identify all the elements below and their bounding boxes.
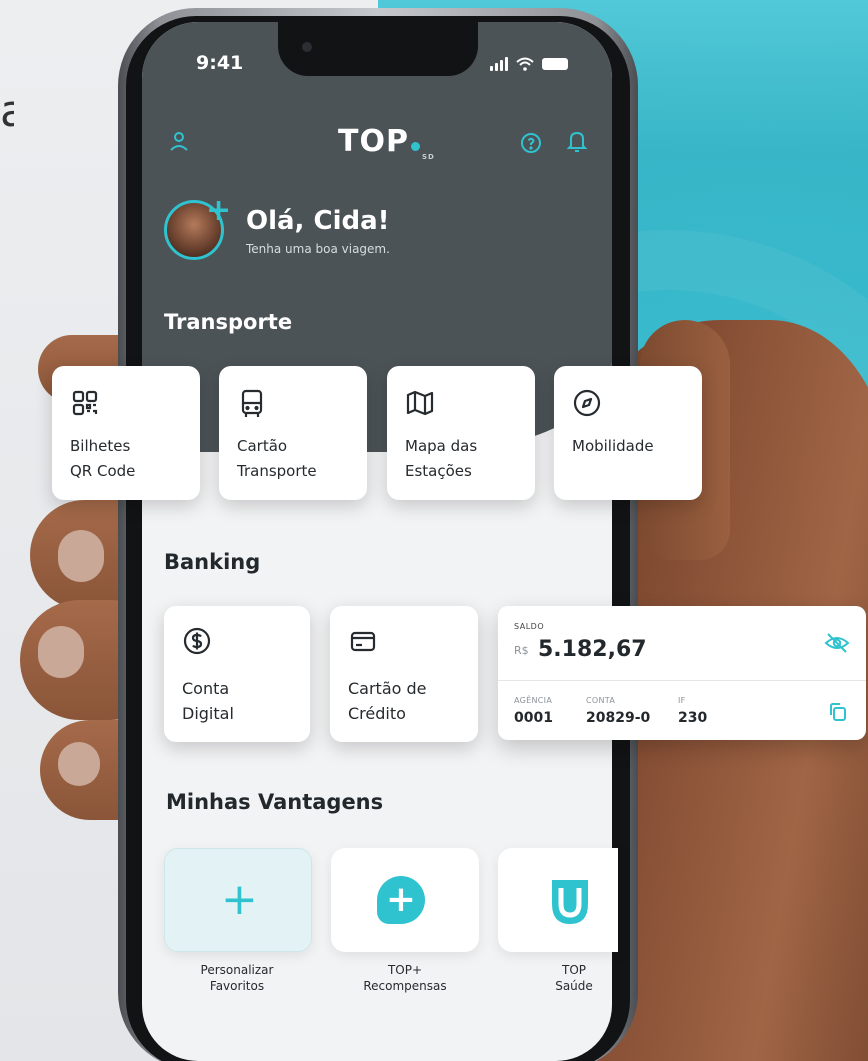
greeting-subtitle: Tenha uma boa viagem. <box>246 242 390 256</box>
top-saude-icon <box>552 880 588 924</box>
tile-label: Estações <box>405 462 472 480</box>
tile-mobilidade[interactable]: Mobilidade <box>554 366 702 500</box>
agencia-value: 0001 <box>514 710 553 726</box>
fav-label: TOP+ <box>387 963 423 977</box>
fingernail <box>58 530 104 582</box>
plus-icon: + <box>221 874 258 925</box>
tile-label: Mobilidade <box>572 437 654 455</box>
fav-label: Favoritos <box>209 979 265 993</box>
status-icons <box>490 54 580 74</box>
tile-label: Cartão de <box>348 679 427 698</box>
tile-cartao-de-credito[interactable]: Cartão de Crédito <box>330 606 478 742</box>
dollar-icon <box>183 627 211 655</box>
bus-icon <box>241 389 263 417</box>
signal-icon <box>490 57 508 71</box>
tile-label: Mapa das <box>405 437 478 455</box>
tile-label: QR Code <box>70 462 136 480</box>
fingernail <box>58 742 100 786</box>
saldo-card: SALDO R$ 5.182,67 AGÊNCIA 0001 CONTA 208… <box>498 606 866 740</box>
saldo-label: SALDO <box>514 622 545 631</box>
camera-icon <box>302 42 312 52</box>
tile-personalizar-favoritos[interactable]: + <box>164 848 312 952</box>
wifi-icon <box>516 57 534 71</box>
section-title-transporte: Transporte <box>164 310 293 334</box>
add-icon[interactable]: + <box>206 196 232 226</box>
conta-value: 20829-0 <box>586 710 651 726</box>
if-label: IF <box>678 696 686 705</box>
top-plus-icon: + <box>377 876 425 924</box>
fav-label: Personalizar <box>200 963 274 977</box>
fav-label: Recompensas <box>363 979 447 993</box>
section-title-banking: Banking <box>164 550 261 574</box>
help-icon[interactable] <box>516 128 546 158</box>
tile-mapa-das-estacoes[interactable]: Mapa das Estações <box>387 366 535 500</box>
divider <box>498 680 866 681</box>
tile-label: Crédito <box>348 704 406 723</box>
fingernail <box>38 626 84 678</box>
profile-icon[interactable] <box>164 126 194 156</box>
agencia-label: AGÊNCIA <box>514 696 553 705</box>
top-logo: TOP SD <box>338 124 435 161</box>
battery-icon <box>542 58 568 70</box>
copy-icon[interactable] <box>828 702 848 722</box>
eye-off-icon[interactable] <box>824 632 850 654</box>
fav-label: Saúde <box>555 979 593 993</box>
fav-label: TOP <box>561 963 586 977</box>
qr-code-icon <box>72 390 98 416</box>
credit-card-icon <box>350 631 376 652</box>
conta-label: CONTA <box>586 696 616 705</box>
saldo-value: 5.182,67 <box>538 637 647 662</box>
bell-icon[interactable] <box>562 126 592 156</box>
tile-label: Transporte <box>237 462 317 480</box>
section-title-vantagens: Minhas Vantagens <box>166 790 384 814</box>
tile-top-saude[interactable] <box>498 848 618 952</box>
cropped-letter: a <box>0 88 14 136</box>
tile-label: Conta <box>182 679 230 698</box>
tile-label: Bilhetes <box>70 437 131 455</box>
if-value: 230 <box>678 710 708 726</box>
tile-cartao-transporte[interactable]: Cartão Transporte <box>219 366 367 500</box>
tile-top-recompensas[interactable]: + <box>331 848 479 952</box>
tile-label: Digital <box>182 704 234 723</box>
greeting-title: Olá, Cida! <box>246 206 390 236</box>
tile-conta-digital[interactable]: Conta Digital <box>164 606 310 742</box>
compass-icon <box>573 389 601 417</box>
tile-bilhetes-qr-code[interactable]: Bilhetes QR Code <box>52 366 200 500</box>
map-icon <box>406 390 434 416</box>
tile-label: Cartão <box>237 437 288 455</box>
status-time: 9:41 <box>196 52 244 74</box>
